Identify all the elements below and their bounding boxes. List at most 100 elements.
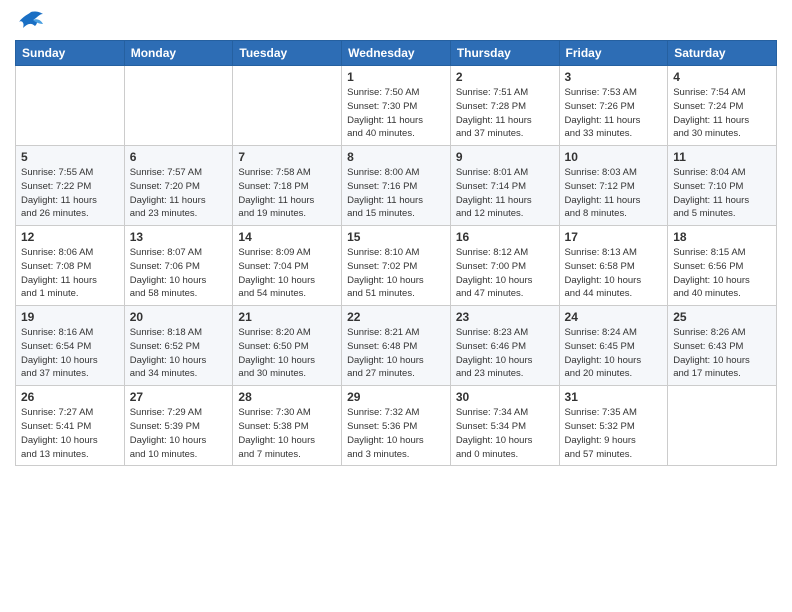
calendar-cell [124,66,233,146]
day-number: 7 [238,150,336,164]
calendar-cell: 17 Sunrise: 8:13 AMSunset: 6:58 PMDayligh… [559,226,668,306]
day-number: 29 [347,390,445,404]
day-info: Sunrise: 8:20 AMSunset: 6:50 PMDaylight:… [238,326,336,381]
logo [15,10,45,32]
logo-bird-icon [17,10,45,32]
calendar-cell: 12 Sunrise: 8:06 AMSunset: 7:08 PMDayligh… [16,226,125,306]
day-info: Sunrise: 7:34 AMSunset: 5:34 PMDaylight:… [456,406,554,461]
calendar-cell: 4 Sunrise: 7:54 AMSunset: 7:24 PMDaylight… [668,66,777,146]
day-info: Sunrise: 8:06 AMSunset: 7:08 PMDaylight:… [21,246,119,301]
weekday-header-tuesday: Tuesday [233,41,342,66]
day-info: Sunrise: 8:16 AMSunset: 6:54 PMDaylight:… [21,326,119,381]
calendar-cell: 15 Sunrise: 8:10 AMSunset: 7:02 PMDayligh… [342,226,451,306]
day-number: 26 [21,390,119,404]
day-number: 22 [347,310,445,324]
day-info: Sunrise: 8:09 AMSunset: 7:04 PMDaylight:… [238,246,336,301]
day-number: 31 [565,390,663,404]
page-header [15,10,777,32]
calendar-cell: 13 Sunrise: 8:07 AMSunset: 7:06 PMDayligh… [124,226,233,306]
day-info: Sunrise: 7:55 AMSunset: 7:22 PMDaylight:… [21,166,119,221]
day-number: 14 [238,230,336,244]
day-number: 21 [238,310,336,324]
calendar-cell: 25 Sunrise: 8:26 AMSunset: 6:43 PMDayligh… [668,306,777,386]
day-number: 8 [347,150,445,164]
calendar-cell: 31 Sunrise: 7:35 AMSunset: 5:32 PMDayligh… [559,386,668,466]
weekday-header-thursday: Thursday [450,41,559,66]
calendar-cell: 9Sunrise: 8:01 AMSunset: 7:14 PMDaylight… [450,146,559,226]
day-info: Sunrise: 8:26 AMSunset: 6:43 PMDaylight:… [673,326,771,381]
day-info: Sunrise: 7:57 AMSunset: 7:20 PMDaylight:… [130,166,228,221]
day-info: Sunrise: 7:50 AMSunset: 7:30 PMDaylight:… [347,86,445,141]
day-number: 4 [673,70,771,84]
calendar-cell: 27Sunrise: 7:29 AMSunset: 5:39 PMDayligh… [124,386,233,466]
calendar-week-3: 12 Sunrise: 8:06 AMSunset: 7:08 PMDayligh… [16,226,777,306]
calendar-cell: 19 Sunrise: 8:16 AMSunset: 6:54 PMDayligh… [16,306,125,386]
day-number: 23 [456,310,554,324]
day-info: Sunrise: 8:03 AMSunset: 7:12 PMDaylight:… [565,166,663,221]
calendar-week-1: 1 Sunrise: 7:50 AMSunset: 7:30 PMDaylight… [16,66,777,146]
day-number: 24 [565,310,663,324]
day-info: Sunrise: 7:58 AMSunset: 7:18 PMDaylight:… [238,166,336,221]
day-info: Sunrise: 8:04 AMSunset: 7:10 PMDaylight:… [673,166,771,221]
calendar-cell: 10 Sunrise: 8:03 AMSunset: 7:12 PMDayligh… [559,146,668,226]
calendar-cell: 14 Sunrise: 8:09 AMSunset: 7:04 PMDayligh… [233,226,342,306]
day-number: 15 [347,230,445,244]
weekday-header-row: SundayMondayTuesdayWednesdayThursdayFrid… [16,41,777,66]
day-number: 13 [130,230,228,244]
day-number: 12 [21,230,119,244]
calendar-cell [668,386,777,466]
day-info: Sunrise: 8:15 AMSunset: 6:56 PMDaylight:… [673,246,771,301]
weekday-header-saturday: Saturday [668,41,777,66]
day-info: Sunrise: 7:30 AMSunset: 5:38 PMDaylight:… [238,406,336,461]
day-number: 1 [347,70,445,84]
calendar-cell: 2Sunrise: 7:51 AMSunset: 7:28 PMDaylight… [450,66,559,146]
calendar-cell: 7 Sunrise: 7:58 AMSunset: 7:18 PMDaylight… [233,146,342,226]
day-number: 6 [130,150,228,164]
day-info: Sunrise: 8:07 AMSunset: 7:06 PMDaylight:… [130,246,228,301]
day-info: Sunrise: 7:35 AMSunset: 5:32 PMDaylight:… [565,406,663,461]
calendar-cell: 20 Sunrise: 8:18 AMSunset: 6:52 PMDayligh… [124,306,233,386]
calendar-cell: 6 Sunrise: 7:57 AMSunset: 7:20 PMDaylight… [124,146,233,226]
calendar-cell [233,66,342,146]
day-info: Sunrise: 8:23 AMSunset: 6:46 PMDaylight:… [456,326,554,381]
day-info: Sunrise: 8:01 AMSunset: 7:14 PMDaylight:… [456,166,554,221]
day-info: Sunrise: 7:54 AMSunset: 7:24 PMDaylight:… [673,86,771,141]
day-number: 16 [456,230,554,244]
day-info: Sunrise: 8:18 AMSunset: 6:52 PMDaylight:… [130,326,228,381]
day-info: Sunrise: 8:24 AMSunset: 6:45 PMDaylight:… [565,326,663,381]
day-info: Sunrise: 7:53 AMSunset: 7:26 PMDaylight:… [565,86,663,141]
day-number: 10 [565,150,663,164]
calendar-cell: 16 Sunrise: 8:12 AMSunset: 7:00 PMDayligh… [450,226,559,306]
day-number: 17 [565,230,663,244]
weekday-header-monday: Monday [124,41,233,66]
day-number: 3 [565,70,663,84]
calendar-cell: 29 Sunrise: 7:32 AMSunset: 5:36 PMDayligh… [342,386,451,466]
calendar-cell: 24 Sunrise: 8:24 AMSunset: 6:45 PMDayligh… [559,306,668,386]
weekday-header-sunday: Sunday [16,41,125,66]
day-info: Sunrise: 8:21 AMSunset: 6:48 PMDaylight:… [347,326,445,381]
day-info: Sunrise: 8:00 AMSunset: 7:16 PMDaylight:… [347,166,445,221]
day-number: 25 [673,310,771,324]
day-info: Sunrise: 7:32 AMSunset: 5:36 PMDaylight:… [347,406,445,461]
calendar-cell: 30Sunrise: 7:34 AMSunset: 5:34 PMDayligh… [450,386,559,466]
weekday-header-wednesday: Wednesday [342,41,451,66]
day-info: Sunrise: 8:10 AMSunset: 7:02 PMDaylight:… [347,246,445,301]
day-info: Sunrise: 8:12 AMSunset: 7:00 PMDaylight:… [456,246,554,301]
calendar-cell: 8 Sunrise: 8:00 AMSunset: 7:16 PMDaylight… [342,146,451,226]
day-number: 27 [130,390,228,404]
day-info: Sunrise: 8:13 AMSunset: 6:58 PMDaylight:… [565,246,663,301]
day-info: Sunrise: 7:51 AMSunset: 7:28 PMDaylight:… [456,86,554,141]
day-number: 19 [21,310,119,324]
calendar-cell: 23 Sunrise: 8:23 AMSunset: 6:46 PMDayligh… [450,306,559,386]
day-number: 20 [130,310,228,324]
calendar-cell: 28 Sunrise: 7:30 AMSunset: 5:38 PMDayligh… [233,386,342,466]
calendar-cell [16,66,125,146]
calendar-table: SundayMondayTuesdayWednesdayThursdayFrid… [15,40,777,466]
calendar-week-5: 26 Sunrise: 7:27 AMSunset: 5:41 PMDayligh… [16,386,777,466]
calendar-cell: 5 Sunrise: 7:55 AMSunset: 7:22 PMDaylight… [16,146,125,226]
day-number: 11 [673,150,771,164]
day-info: Sunrise: 7:27 AMSunset: 5:41 PMDaylight:… [21,406,119,461]
day-number: 28 [238,390,336,404]
calendar-cell: 21 Sunrise: 8:20 AMSunset: 6:50 PMDayligh… [233,306,342,386]
day-number: 5 [21,150,119,164]
